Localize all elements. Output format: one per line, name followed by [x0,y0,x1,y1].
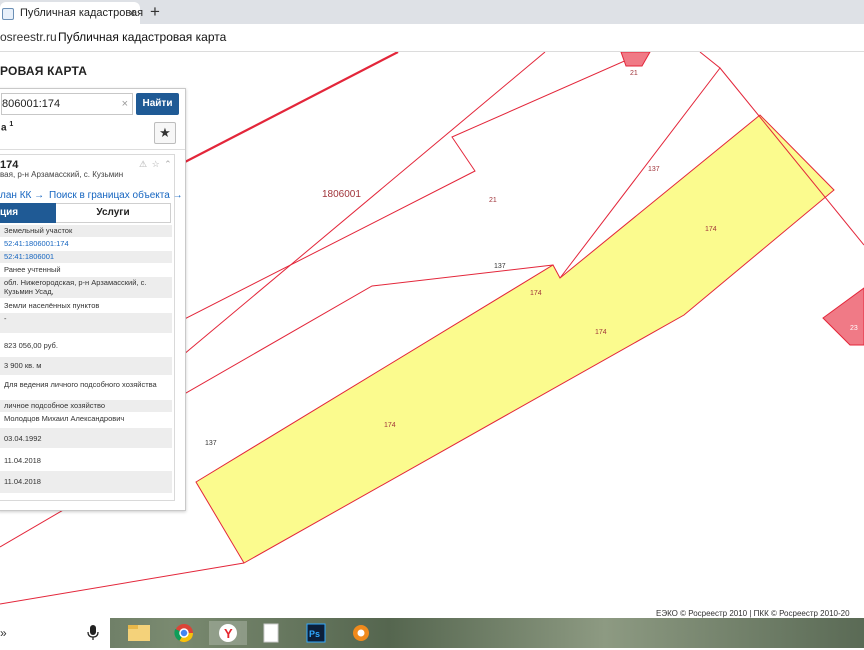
address-bar[interactable]: osreestr.ru Публичная кадастровая карта [0,24,864,52]
plan-kk-link[interactable]: лан КК → [0,190,44,201]
tab-services[interactable]: Услуги [56,203,171,223]
list-item: обл. Нижегородская, р-н Арзамасский, с. … [0,277,172,298]
quarter-boundary-upper [182,52,399,164]
object-card: 174 ⚠ ☆ ⌃ вая, р-н Арзамасский, с. Кузьм… [0,154,183,501]
list-item: Молодцов Михаил Александрович [0,413,172,427]
attr-change-date: 11.04.2018 [4,456,41,465]
svg-text:Ps: Ps [309,629,320,639]
browser-tab-strip: Публичная кадастровая × + [0,0,864,24]
clear-search-icon[interactable]: × [122,94,128,114]
divider [0,149,185,150]
svg-text:Y: Y [224,626,233,641]
list-item: Для ведения личного подсобного хозяйства [0,377,172,399]
attr-quarter[interactable]: 52:41:1806001 [4,252,168,261]
parcel-174-selected[interactable] [195,114,835,564]
parcel-label-174-b: 174 [530,290,542,297]
attr-area: 3 900 кв. м [4,361,42,370]
address-domain: osreestr.ru [0,30,57,44]
tab-close-icon[interactable]: × [126,2,138,24]
result-count-label: а 1 [1,121,13,133]
parcel-label-21-top: 21 [630,70,638,77]
photoshop-icon[interactable]: Ps [297,621,335,645]
notepad-icon[interactable] [252,621,290,645]
attr-category: Земли населённых пунктов [4,301,100,310]
attr-permitted-use: Для ведения личного подсобного хозяйства [4,380,157,389]
parcel-label-137-a: 137 [648,166,660,173]
attr-cadastral-number[interactable]: 52:41:1806001:174 [4,239,168,248]
list-item: Земли населённых пунктов [0,300,172,312]
os-taskbar: » Y Ps [0,618,864,648]
parcel-label-137-c: 137 [205,440,217,447]
file-explorer-icon[interactable] [120,621,158,645]
map-copyright: ЕЭКО © Росреестр 2010 | ПКК © Росреестр … [656,609,850,618]
microphone-icon[interactable] [86,625,100,641]
find-button[interactable]: Найти [136,93,179,115]
attr-type: Земельный участок [4,226,73,235]
address-page-title: Публичная кадастровая карта [58,30,227,44]
settings-gear-icon[interactable] [342,621,380,645]
attr-update-date: 11.04.2018 [4,477,41,486]
list-item: 3 900 кв. м [0,357,172,375]
attr-status: Ранее учтенный [4,265,61,274]
attr-registration-date: 03.04.1992 [4,434,42,443]
parcel-right-edge[interactable] [822,287,864,346]
parcel-21-top[interactable] [620,52,651,67]
chrome-icon[interactable] [165,621,203,645]
attr-use-by-doc: личное подсобное хозяйство [4,401,106,410]
favorite-star-icon[interactable]: ★ [154,122,176,144]
chevron-icon[interactable]: » [0,618,7,648]
quarter-label: 1806001 [322,189,361,200]
list-item: 11.04.2018 [0,450,172,470]
card-action-icons[interactable]: ⚠ ☆ ⌃ [139,159,173,170]
parcel-label-edge: 23 [850,325,858,332]
object-address: вая, р-н Арзамасский, с. Кузьмин [0,170,124,179]
attr-cadastral-value: 823 056,00 руб. [4,341,58,350]
parcel-label-174-a: 174 [705,226,717,233]
parcel-label-174-c: 174 [595,329,607,336]
attr-engineer: Молодцов Михаил Александрович [4,414,125,423]
attr-address: обл. Нижегородская, р-н Арзамасский, с. … [4,278,147,296]
list-item: 03.04.1992 [0,428,172,448]
search-panel: 806001:174 × Найти а 1 ★ 174 ⚠ ☆ ⌃ вая, … [0,88,186,511]
search-input[interactable]: 806001:174 × [1,93,133,115]
list-item[interactable]: 52:41:1806001:174 [0,238,172,250]
parcel-label-174-d: 174 [384,422,396,429]
yandex-browser-icon[interactable]: Y [209,621,247,645]
list-item: 11.04.2018 [0,471,172,493]
parcel-label-137-b: 137 [494,263,506,270]
search-in-boundaries-link[interactable]: Поиск в границах объекта → [49,190,183,201]
taskbar-search-box[interactable]: » [0,618,110,648]
list-item: 823 056,00 руб. [0,335,172,356]
list-item: Земельный участок [0,225,172,237]
card-tabs: ция Услуги [0,203,172,223]
list-item: - [0,313,172,333]
result-count: 1 [9,121,14,128]
site-favicon-icon [2,8,14,20]
parcel-label-21: 21 [489,197,497,204]
tab-information[interactable]: ция [0,203,56,223]
lower-boundary-2 [0,562,245,605]
new-tab-button[interactable]: + [146,1,164,23]
tab-title: Публичная кадастровая [20,7,144,19]
attr-form: - [4,314,7,323]
search-value: 806001:174 [2,98,61,110]
list-item: личное подсобное хозяйство [0,400,172,412]
browser-tab[interactable]: Публичная кадастровая × [0,2,144,24]
result-label: а [1,122,7,134]
list-item: Ранее учтенный [0,264,172,276]
tab-information-label: ция [0,207,19,218]
list-item[interactable]: 52:41:1806001 [0,251,172,263]
app-title: РОВАЯ КАРТА [0,64,88,78]
